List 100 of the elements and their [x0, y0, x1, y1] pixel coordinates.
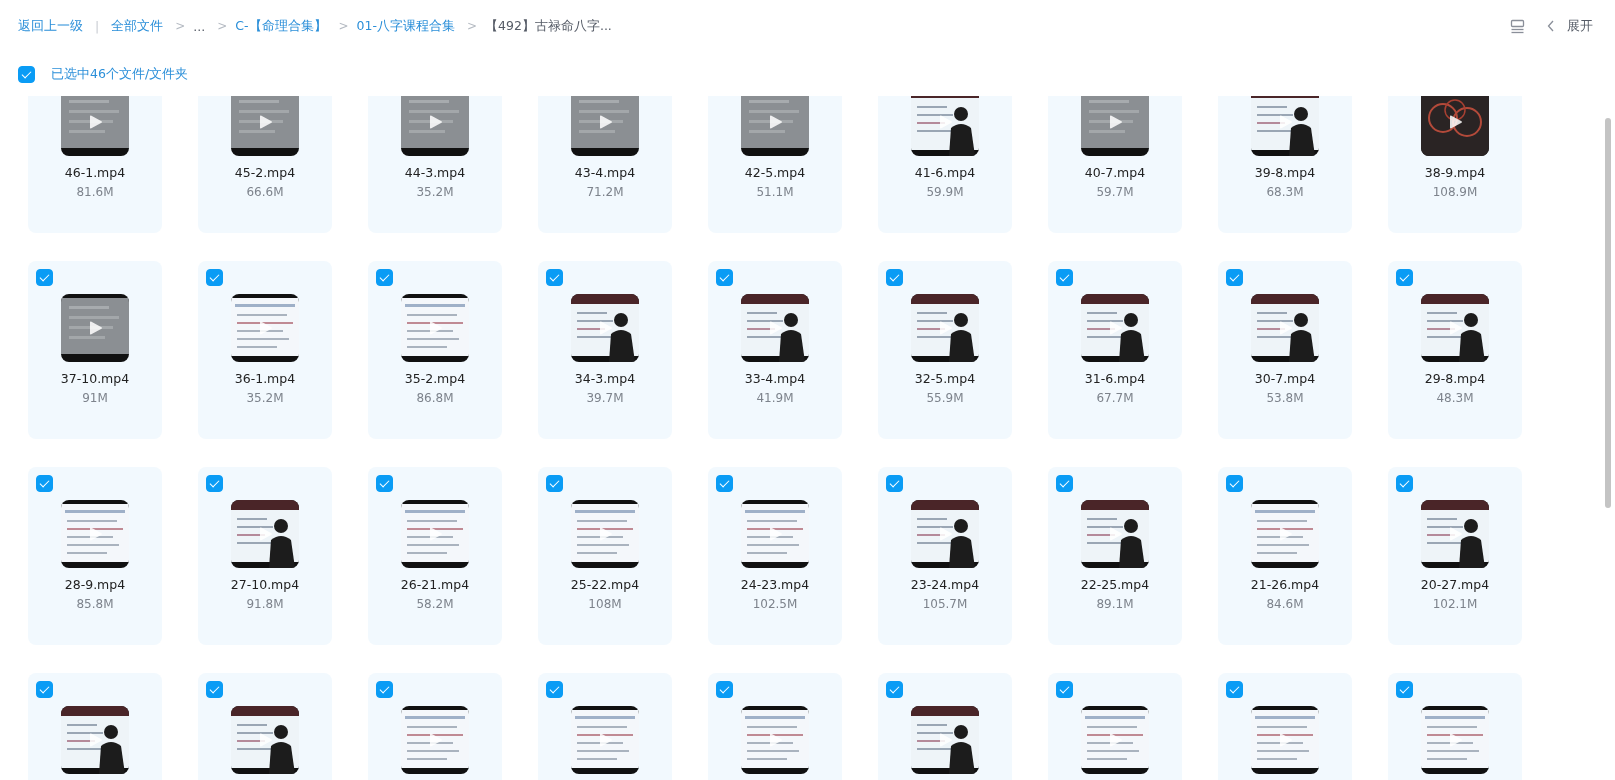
file-name: 39-8.mp4	[1254, 165, 1316, 180]
file-checkbox[interactable]	[36, 269, 53, 286]
file-checkbox[interactable]	[376, 269, 393, 286]
file-card[interactable]: 31-6.mp4 67.7M	[1048, 261, 1182, 439]
file-checkbox[interactable]	[886, 475, 903, 492]
file-name: 42-5.mp4	[744, 165, 806, 180]
file-checkbox[interactable]	[36, 475, 53, 492]
file-checkbox[interactable]	[716, 681, 733, 698]
file-name: 34-3.mp4	[574, 371, 636, 386]
file-size: 59.7M	[1096, 185, 1134, 199]
file-card[interactable]: 43-4.mp4 71.2M	[538, 96, 672, 233]
play-icon	[769, 732, 783, 748]
file-checkbox[interactable]	[206, 681, 223, 698]
file-size: 67.7M	[1096, 391, 1134, 405]
file-card[interactable]: 20-27.mp4 102.1M	[1388, 467, 1522, 645]
play-icon	[89, 114, 103, 130]
file-checkbox[interactable]	[1056, 475, 1073, 492]
expand-button[interactable]: 展开	[1547, 17, 1593, 35]
file-checkbox[interactable]	[1396, 681, 1413, 698]
file-card[interactable]: 29-8.mp4 48.3M	[1388, 261, 1522, 439]
file-size: 86.8M	[416, 391, 454, 405]
file-checkbox[interactable]	[376, 475, 393, 492]
file-card[interactable]: 35-2.mp4 86.8M	[368, 261, 502, 439]
file-card[interactable]: 32-5.mp4 55.9M	[878, 261, 1012, 439]
file-card[interactable]: 40-7.mp4 59.7M	[1048, 96, 1182, 233]
file-checkbox[interactable]	[1396, 475, 1413, 492]
file-card[interactable]: 23-24.mp4 105.7M	[878, 467, 1012, 645]
file-card[interactable]: 42-5.mp4 51.1M	[708, 96, 842, 233]
file-card[interactable]: 25-22.mp4 108M	[538, 467, 672, 645]
separator: |	[95, 18, 100, 34]
breadcrumb-arrow: >	[467, 19, 478, 33]
scrollbar-thumb[interactable]	[1605, 118, 1611, 508]
file-size: 66.6M	[246, 185, 284, 199]
select-all-checkbox[interactable]	[18, 65, 35, 83]
breadcrumb-item[interactable]: 全部文件	[111, 17, 164, 35]
play-icon	[1449, 732, 1463, 748]
file-checkbox[interactable]	[1056, 681, 1073, 698]
file-checkbox[interactable]	[1396, 269, 1413, 286]
file-checkbox[interactable]	[1056, 269, 1073, 286]
file-card[interactable]: 34-3.mp4 39.7M	[538, 261, 672, 439]
file-card[interactable]: 21-26.mp4 84.6M	[1218, 467, 1352, 645]
file-card[interactable]: 36-1.mp4 35.2M	[198, 261, 332, 439]
file-card[interactable]: 45-2.mp4 66.6M	[198, 96, 332, 233]
file-checkbox[interactable]	[1226, 269, 1243, 286]
play-icon	[259, 732, 273, 748]
play-icon	[1109, 114, 1123, 130]
file-size: 84.6M	[1266, 597, 1304, 611]
file-size: 53.8M	[1266, 391, 1304, 405]
file-checkbox[interactable]	[1226, 475, 1243, 492]
file-checkbox[interactable]	[206, 475, 223, 492]
file-name: 38-9.mp4	[1424, 165, 1486, 180]
play-icon	[1279, 320, 1293, 336]
file-checkbox[interactable]	[376, 681, 393, 698]
file-size: 59.9M	[926, 185, 964, 199]
file-size: 71.2M	[586, 185, 624, 199]
back-link[interactable]: 返回上一级	[18, 17, 83, 35]
file-card[interactable]: 28-9.mp4 85.8M	[28, 467, 162, 645]
file-card[interactable]: 39-8.mp4 68.3M	[1218, 96, 1352, 233]
file-name: 45-2.mp4	[234, 165, 296, 180]
breadcrumb-arrow: >	[338, 19, 349, 33]
file-card[interactable]: 24-23.mp4 102.5M	[708, 467, 842, 645]
file-size: 48.3M	[1436, 391, 1474, 405]
file-checkbox[interactable]	[886, 269, 903, 286]
file-checkbox[interactable]	[716, 475, 733, 492]
file-checkbox[interactable]	[546, 681, 563, 698]
file-size: 58.2M	[416, 597, 454, 611]
file-name: 24-23.mp4	[740, 577, 810, 592]
selection-count: 已选中46个文件/文件夹	[51, 65, 189, 83]
file-card[interactable]: 46-1.mp4 81.6M	[28, 96, 162, 233]
file-card[interactable]: 38-9.mp4 108.9M	[1388, 96, 1522, 233]
breadcrumb-item[interactable]: C-【命理合集】	[235, 17, 327, 35]
file-checkbox[interactable]	[546, 475, 563, 492]
file-checkbox[interactable]	[546, 269, 563, 286]
file-checkbox[interactable]	[716, 269, 733, 286]
file-size: 91.8M	[246, 597, 284, 611]
breadcrumb-item[interactable]: ...	[193, 18, 206, 34]
file-card[interactable]: 27-10.mp4 91.8M	[198, 467, 332, 645]
file-checkbox[interactable]	[886, 681, 903, 698]
file-checkbox[interactable]	[206, 269, 223, 286]
play-icon	[259, 320, 273, 336]
file-size: 102.1M	[1432, 597, 1478, 611]
list-view-icon[interactable]	[1510, 18, 1525, 34]
file-card[interactable]: 30-7.mp4 53.8M	[1218, 261, 1352, 439]
file-name: 35-2.mp4	[404, 371, 466, 386]
file-card[interactable]: 26-21.mp4 58.2M	[368, 467, 502, 645]
play-icon	[429, 732, 443, 748]
file-name: 32-5.mp4	[914, 371, 976, 386]
file-size: 85.8M	[76, 597, 114, 611]
file-name: 22-25.mp4	[1080, 577, 1150, 592]
breadcrumb-item[interactable]: 01-八字课程合集	[356, 17, 455, 35]
file-card[interactable]: 44-3.mp4 35.2M	[368, 96, 502, 233]
file-card[interactable]: 37-10.mp4 91M	[28, 261, 162, 439]
file-size: 55.9M	[926, 391, 964, 405]
file-card[interactable]: 22-25.mp4 89.1M	[1048, 467, 1182, 645]
file-card[interactable]: 41-6.mp4 59.9M	[878, 96, 1012, 233]
file-size: 108M	[588, 597, 622, 611]
file-card[interactable]: 33-4.mp4 41.9M	[708, 261, 842, 439]
play-icon	[89, 732, 103, 748]
file-checkbox[interactable]	[1226, 681, 1243, 698]
file-checkbox[interactable]	[36, 681, 53, 698]
